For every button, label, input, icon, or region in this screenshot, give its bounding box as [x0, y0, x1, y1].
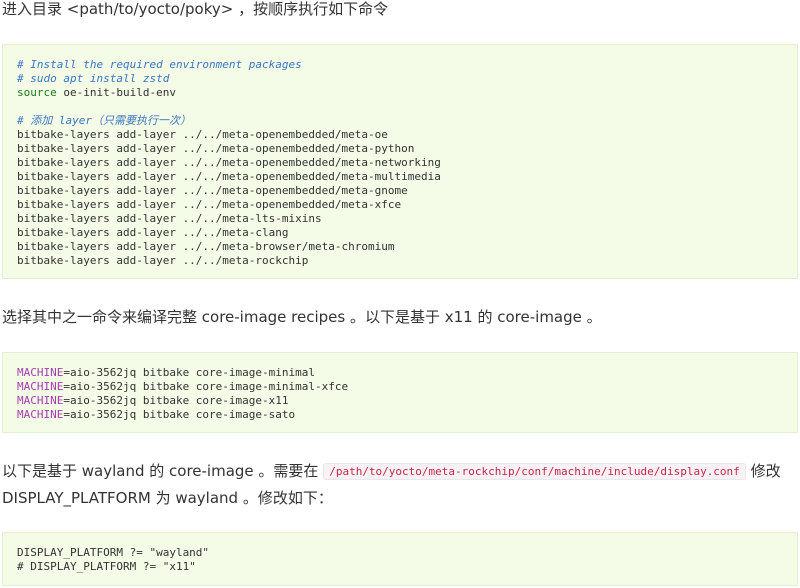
- code-comment-install: # Install the required environment packa…: [17, 58, 302, 71]
- code-block-machine[interactable]: MACHINE=aio-3562jq bitbake core-image-mi…: [2, 352, 798, 433]
- wayland-text-part2: 修改: [745, 462, 781, 480]
- wayland-paragraph: 以下是基于 wayland 的 core-image 。需要在 /path/to…: [2, 458, 781, 485]
- code-line-display-platform: DISPLAY_PLATFORM ?= "wayland": [17, 546, 210, 559]
- code-comment-sudo: # sudo apt install zstd: [17, 72, 170, 85]
- intro-paragraph: 进入目录 <path/to/yocto/poky> ，按顺序执行如下命令: [2, 0, 388, 22]
- machine-variable: MACHINE: [17, 366, 64, 379]
- code-line-layer: bitbake-layers add-layer ../../meta-open…: [17, 156, 441, 169]
- wayland-paragraph-line2: DISPLAY_PLATFORM 为 wayland 。修改如下：: [2, 485, 333, 511]
- machine-command: =aio-3562jq bitbake core-image-minimal-x…: [63, 380, 349, 393]
- code-line-layer: bitbake-layers add-layer ../../meta-open…: [17, 128, 388, 141]
- display-conf-path[interactable]: /path/to/yocto/meta-rockchip/conf/machin…: [323, 463, 746, 480]
- code-block-layers[interactable]: # Install the required environment packa…: [2, 44, 798, 279]
- machine-command: =aio-3562jq bitbake core-image-sato: [63, 408, 296, 421]
- intro-text: 进入目录 <path/to/yocto/poky> ，按顺序执行如下命令: [2, 0, 389, 18]
- code-line-machine: MACHINE=aio-3562jq bitbake core-image-mi…: [17, 380, 783, 394]
- code-content: # Install the required environment packa…: [17, 58, 783, 268]
- code-line-display-platform: # DISPLAY_PLATFORM ?= "x11": [17, 560, 196, 573]
- machine-command: =aio-3562jq bitbake core-image-minimal: [63, 366, 316, 379]
- code-line-layer: bitbake-layers add-layer ../../meta-brow…: [17, 240, 395, 253]
- code-line-layer: bitbake-layers add-layer ../../meta-lts-…: [17, 212, 322, 225]
- code-line-layer: bitbake-layers add-layer ../../meta-open…: [17, 198, 402, 211]
- code-line-source: source oe-init-build-env: [17, 86, 783, 100]
- wayland-text-line2: DISPLAY_PLATFORM 为 wayland 。修改如下：: [2, 489, 333, 507]
- code-comment-layer: # 添加 layer（只需要执行一次）: [17, 114, 191, 127]
- code-line-machine: MACHINE=aio-3562jq bitbake core-image-sa…: [17, 408, 783, 422]
- code-line-layer: bitbake-layers add-layer ../../meta-open…: [17, 142, 415, 155]
- code-line-machine: MACHINE=aio-3562jq bitbake core-image-mi…: [17, 366, 783, 380]
- select-paragraph: 选择其中之一命令来编译完整 core-image recipes 。以下是基于 …: [2, 304, 602, 330]
- machine-variable: MACHINE: [17, 380, 64, 393]
- code-line-machine: MACHINE=aio-3562jq bitbake core-image-x1…: [17, 394, 783, 408]
- wayland-text-part1: 以下是基于 wayland 的 core-image 。需要在: [2, 462, 324, 480]
- select-text: 选择其中之一命令来编译完整 core-image recipes 。以下是基于 …: [2, 308, 602, 326]
- code-block-display-platform[interactable]: DISPLAY_PLATFORM ?= "wayland" # DISPLAY_P…: [2, 532, 798, 586]
- source-keyword: source: [17, 86, 57, 99]
- machine-command: =aio-3562jq bitbake core-image-x11: [63, 394, 289, 407]
- machine-variable: MACHINE: [17, 408, 64, 421]
- code-line-layer: bitbake-layers add-layer ../../meta-open…: [17, 170, 441, 183]
- code-line-layer: bitbake-layers add-layer ../../meta-rock…: [17, 254, 309, 267]
- code-content: DISPLAY_PLATFORM ?= "wayland" # DISPLAY_P…: [17, 546, 783, 574]
- machine-variable: MACHINE: [17, 394, 64, 407]
- code-line-layer: bitbake-layers add-layer ../../meta-open…: [17, 184, 408, 197]
- source-argument: oe-init-build-env: [56, 86, 176, 99]
- code-content: MACHINE=aio-3562jq bitbake core-image-mi…: [17, 366, 783, 422]
- code-line-layer: bitbake-layers add-layer ../../meta-clan…: [17, 226, 289, 239]
